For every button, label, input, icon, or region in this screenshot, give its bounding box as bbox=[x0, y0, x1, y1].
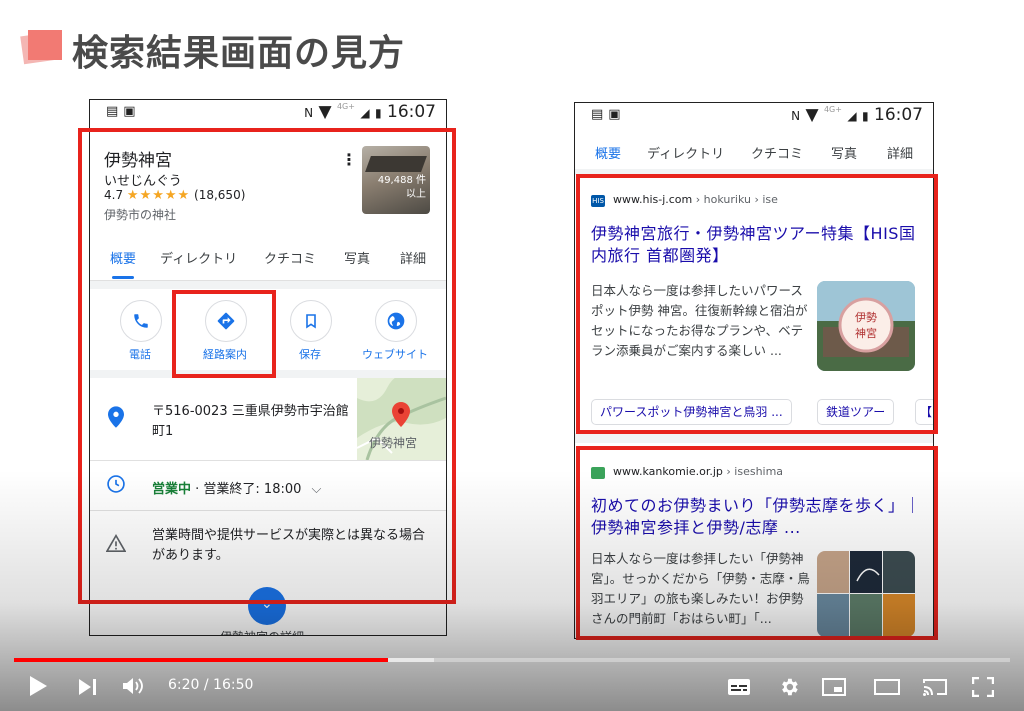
more-details-label: 伊勢神宮の詳細 bbox=[220, 628, 304, 635]
status-bar: ▤▣ N ▼ 4G+ ◢ ▮ 16:07 bbox=[575, 103, 933, 127]
tab-directory[interactable]: ディレクトリ bbox=[647, 143, 724, 162]
volume-icon[interactable] bbox=[122, 676, 146, 701]
next-icon[interactable] bbox=[78, 677, 98, 701]
fullscreen-icon[interactable] bbox=[971, 676, 995, 701]
tab-details[interactable]: 詳細 bbox=[887, 143, 913, 162]
theater-mode-icon[interactable] bbox=[874, 678, 900, 700]
status-time: 16:07 bbox=[874, 105, 923, 125]
slide-title: 検索結果画面の見方 bbox=[72, 33, 406, 74]
time-display: 6:20 / 16:50 bbox=[168, 677, 254, 693]
section-gap bbox=[575, 433, 933, 443]
battery-icon: ▮ bbox=[374, 106, 382, 120]
progress-played[interactable] bbox=[14, 658, 388, 662]
nfc-icon: N bbox=[791, 109, 801, 123]
tab-overview[interactable]: 概要 bbox=[595, 143, 621, 162]
tab-photos[interactable]: 写真 bbox=[831, 143, 857, 162]
play-icon[interactable] bbox=[28, 675, 48, 702]
tab-reviews[interactable]: クチコミ bbox=[751, 143, 803, 162]
status-bar: ▤▣ N ▼ 4G+ ◢ ▮ 16:07 bbox=[90, 100, 446, 124]
status-right: N ▼ 4G+ ◢ ▮ 16:07 bbox=[791, 105, 923, 125]
wifi-icon: ▼ bbox=[805, 105, 819, 125]
status-time: 16:07 bbox=[387, 102, 436, 122]
highlight-result-2 bbox=[576, 446, 938, 640]
subtitles-icon[interactable] bbox=[727, 677, 751, 701]
miniplayer-icon[interactable] bbox=[822, 678, 846, 700]
cast-icon[interactable] bbox=[922, 677, 948, 701]
signal-icon: ◢ bbox=[360, 106, 370, 120]
battery-icon: ▮ bbox=[861, 109, 869, 123]
highlight-directions bbox=[172, 290, 276, 378]
signal-icon: ◢ bbox=[847, 109, 857, 123]
wifi-icon: ▼ bbox=[318, 102, 332, 122]
status-right: N ▼ 4G+ ◢ ▮ 16:07 bbox=[304, 102, 436, 122]
network-label: 4G+ bbox=[823, 105, 842, 114]
network-label: 4G+ bbox=[336, 102, 355, 111]
title-decoration-accent bbox=[28, 30, 62, 60]
nfc-icon: N bbox=[304, 106, 314, 120]
notification-icons: ▤▣ bbox=[106, 104, 141, 119]
settings-gear-icon[interactable] bbox=[778, 676, 800, 702]
notification-icons: ▤▣ bbox=[591, 107, 626, 122]
highlight-result-1 bbox=[576, 174, 938, 434]
